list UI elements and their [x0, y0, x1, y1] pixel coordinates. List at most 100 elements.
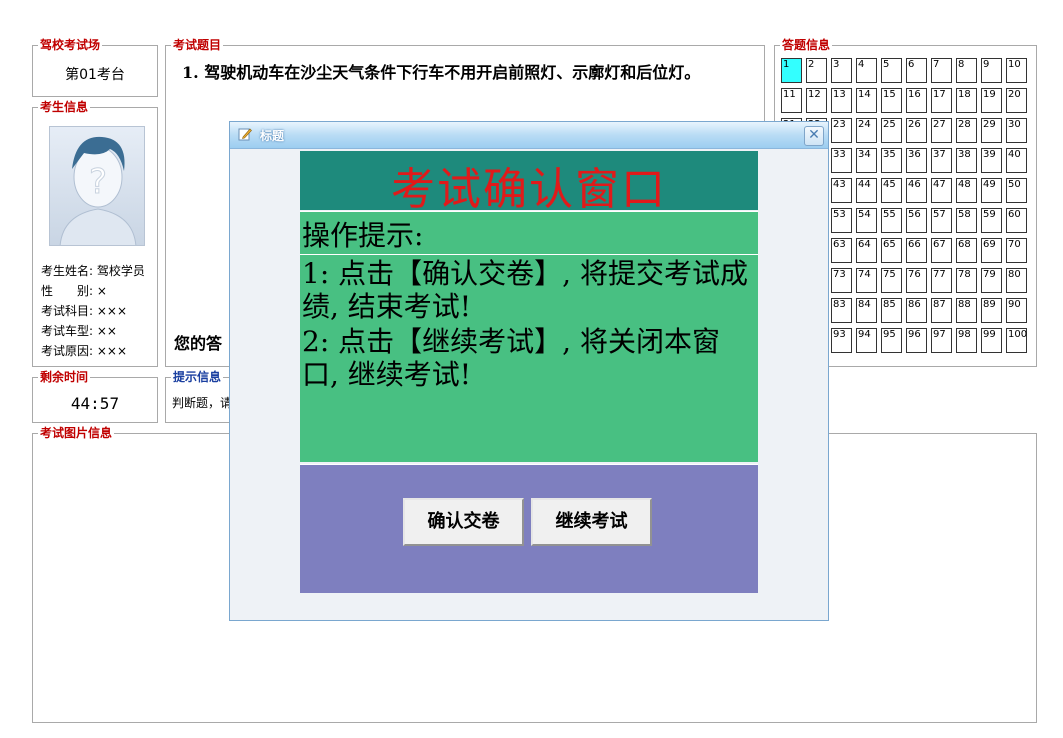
answer-cell[interactable]: 37	[931, 148, 952, 173]
answer-cell[interactable]: 47	[931, 178, 952, 203]
answer-cell[interactable]: 87	[931, 298, 952, 323]
answer-cell[interactable]: 40	[1006, 148, 1027, 173]
answer-cell[interactable]: 8	[956, 58, 977, 83]
answer-cell[interactable]: 85	[881, 298, 902, 323]
answer-cell[interactable]: 74	[856, 268, 877, 293]
answer-cell[interactable]: 68	[956, 238, 977, 263]
answer-cell[interactable]: 36	[906, 148, 927, 173]
answer-cell[interactable]: 6	[906, 58, 927, 83]
answer-cell[interactable]: 14	[856, 88, 877, 113]
answer-cell[interactable]: 53	[831, 208, 852, 233]
answer-cell[interactable]: 80	[1006, 268, 1027, 293]
question-legend: 考试题目	[171, 38, 224, 52]
answer-cell[interactable]: 15	[881, 88, 902, 113]
answer-cell[interactable]: 43	[831, 178, 852, 203]
avatar: ?	[49, 126, 145, 246]
answer-cell[interactable]: 45	[881, 178, 902, 203]
answer-cell[interactable]: 26	[906, 118, 927, 143]
answer-cell[interactable]: 24	[856, 118, 877, 143]
answer-cell[interactable]: 94	[856, 328, 877, 353]
person-placeholder-icon: ?	[59, 136, 137, 245]
student-name: 考生姓名: 驾校学员	[41, 264, 145, 278]
timer-legend: 剩余时间	[38, 370, 91, 384]
answer-cell[interactable]: 9	[981, 58, 1002, 83]
student-fields: 考生姓名: 驾校学员 性 别: × 考试科目: ××× 考试车型: ×× 考试原…	[41, 261, 145, 361]
answer-cell[interactable]: 88	[956, 298, 977, 323]
dialog-titlebar[interactable]: 标题 ✕	[230, 122, 828, 149]
close-icon[interactable]: ✕	[804, 126, 824, 146]
answer-cell[interactable]: 48	[956, 178, 977, 203]
answer-cell[interactable]: 75	[881, 268, 902, 293]
answers-legend: 答题信息	[780, 38, 833, 52]
answer-cell[interactable]: 38	[956, 148, 977, 173]
answer-cell[interactable]: 17	[931, 88, 952, 113]
answer-cell[interactable]: 3	[831, 58, 852, 83]
answer-cell[interactable]: 73	[831, 268, 852, 293]
answer-cell[interactable]: 95	[881, 328, 902, 353]
answer-cell[interactable]: 84	[856, 298, 877, 323]
answer-cell[interactable]: 13	[831, 88, 852, 113]
answer-cell[interactable]: 67	[931, 238, 952, 263]
answer-cell[interactable]: 86	[906, 298, 927, 323]
answer-cell[interactable]: 76	[906, 268, 927, 293]
answer-cell[interactable]: 44	[856, 178, 877, 203]
answer-cell[interactable]: 50	[1006, 178, 1027, 203]
tip-line-1: 1: 点击【确认交卷】, 将提交考试成绩, 结束考试!	[302, 257, 748, 323]
answer-cell[interactable]: 4	[856, 58, 877, 83]
answer-cell[interactable]: 96	[906, 328, 927, 353]
answer-cell[interactable]: 16	[906, 88, 927, 113]
answer-cell[interactable]: 55	[881, 208, 902, 233]
answer-cell[interactable]: 10	[1006, 58, 1027, 83]
answer-cell[interactable]: 57	[931, 208, 952, 233]
answer-cell[interactable]: 27	[931, 118, 952, 143]
answer-cell[interactable]: 23	[831, 118, 852, 143]
answer-cell[interactable]: 65	[881, 238, 902, 263]
answer-cell[interactable]: 12	[806, 88, 827, 113]
answer-cell[interactable]: 49	[981, 178, 1002, 203]
answer-cell[interactable]: 69	[981, 238, 1002, 263]
answer-cell[interactable]: 11	[781, 88, 802, 113]
answer-cell[interactable]: 7	[931, 58, 952, 83]
answer-cell[interactable]: 99	[981, 328, 1002, 353]
answer-cell[interactable]: 77	[931, 268, 952, 293]
answer-cell[interactable]: 18	[956, 88, 977, 113]
dialog-header: 考试确认窗口	[300, 151, 758, 215]
answer-cell[interactable]: 63	[831, 238, 852, 263]
answer-cell[interactable]: 59	[981, 208, 1002, 233]
answer-cell[interactable]: 100	[1006, 328, 1027, 353]
answer-cell[interactable]: 20	[1006, 88, 1027, 113]
answer-cell[interactable]: 33	[831, 148, 852, 173]
answer-cell[interactable]: 60	[1006, 208, 1027, 233]
continue-exam-button[interactable]: 继续考试	[531, 498, 652, 546]
answer-cell[interactable]: 46	[906, 178, 927, 203]
answer-cell[interactable]: 89	[981, 298, 1002, 323]
answer-cell[interactable]: 39	[981, 148, 1002, 173]
answer-cell[interactable]: 1	[781, 58, 802, 83]
answer-cell[interactable]: 83	[831, 298, 852, 323]
answer-cell[interactable]: 54	[856, 208, 877, 233]
answer-cell[interactable]: 28	[956, 118, 977, 143]
answer-cell[interactable]: 35	[881, 148, 902, 173]
confirm-submit-button[interactable]: 确认交卷	[403, 498, 524, 546]
answer-cell[interactable]: 30	[1006, 118, 1027, 143]
answer-cell[interactable]: 58	[956, 208, 977, 233]
answer-cell[interactable]: 90	[1006, 298, 1027, 323]
your-answer-label: 您的答	[174, 334, 223, 353]
answer-cell[interactable]: 70	[1006, 238, 1027, 263]
answer-cell[interactable]: 98	[956, 328, 977, 353]
answer-cell[interactable]: 64	[856, 238, 877, 263]
answer-cell[interactable]: 25	[881, 118, 902, 143]
answer-cell[interactable]: 2	[806, 58, 827, 83]
answer-cell[interactable]: 29	[981, 118, 1002, 143]
answer-cell[interactable]: 93	[831, 328, 852, 353]
answer-cell[interactable]: 5	[881, 58, 902, 83]
question-text: 1. 驾驶机动车在沙尘天气条件下行车不用开启前照灯、示廓灯和后位灯。	[182, 63, 701, 82]
answer-cell[interactable]: 19	[981, 88, 1002, 113]
hint-legend: 提示信息	[171, 370, 224, 384]
answer-cell[interactable]: 56	[906, 208, 927, 233]
answer-cell[interactable]: 78	[956, 268, 977, 293]
answer-cell[interactable]: 97	[931, 328, 952, 353]
answer-cell[interactable]: 66	[906, 238, 927, 263]
answer-cell[interactable]: 79	[981, 268, 1002, 293]
answer-cell[interactable]: 34	[856, 148, 877, 173]
